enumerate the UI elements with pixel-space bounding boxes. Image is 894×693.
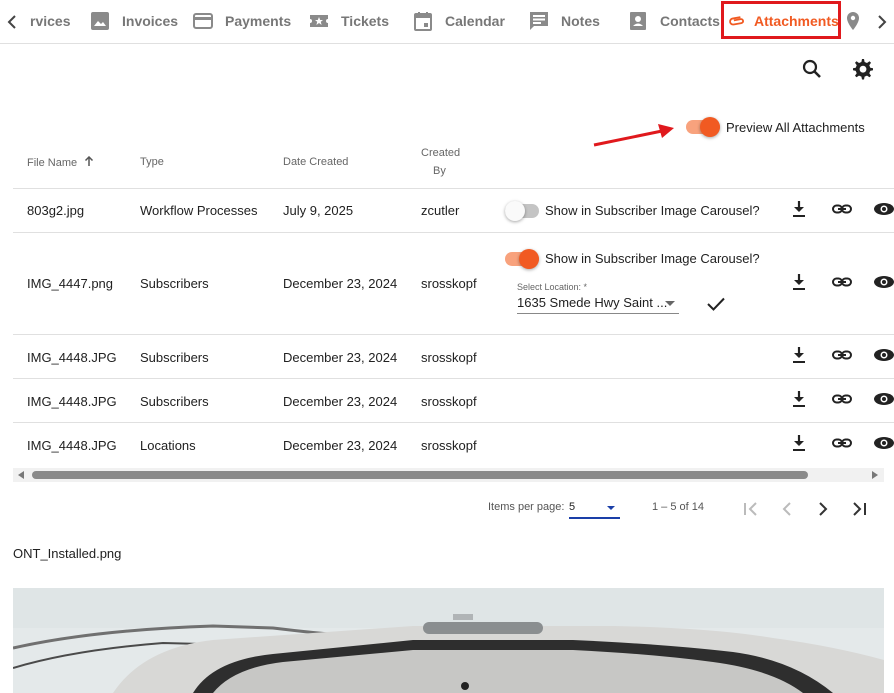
file-name-cell: IMG_4447.png <box>27 276 114 291</box>
first-page-icon[interactable] <box>739 497 763 521</box>
comment-icon <box>529 11 549 31</box>
tab-contacts[interactable]: Contacts <box>628 0 720 42</box>
search-icon[interactable] <box>800 57 824 81</box>
created-by-cell: srosskopf <box>421 438 477 453</box>
tab-tickets[interactable]: Tickets <box>309 0 389 42</box>
link-icon[interactable] <box>831 271 853 293</box>
file-name-cell: 803g2.jpg <box>27 203 85 218</box>
type-cell: Subscribers <box>140 350 209 365</box>
calendar-icon <box>413 11 433 31</box>
column-header-type[interactable]: Type <box>140 156 164 168</box>
last-page-icon[interactable] <box>847 497 871 521</box>
download-icon[interactable] <box>788 388 810 410</box>
contact-icon <box>628 11 648 31</box>
tab-bar: rvices Invoices Payments Tickets Calenda… <box>0 0 894 44</box>
location-select-label: Select Location: * <box>517 282 588 292</box>
tab-label: Tickets <box>341 13 389 29</box>
page-size-select[interactable]: 5 <box>569 498 620 519</box>
preview-all-switch[interactable] <box>686 117 720 137</box>
page-range-label: 1 – 5 of 14 <box>652 501 704 513</box>
preview-all-toggle[interactable]: Preview All Attachments <box>686 116 865 138</box>
date-cell: December 23, 2024 <box>283 276 398 291</box>
tab-payments[interactable]: Payments <box>193 0 291 42</box>
tab-label: Contacts <box>660 13 720 29</box>
file-name-cell: IMG_4448.JPG <box>27 394 117 409</box>
tab-scroll-left-icon[interactable] <box>4 12 20 32</box>
highlight-box <box>721 1 841 39</box>
type-cell: Locations <box>140 438 196 453</box>
tab-label: Notes <box>561 13 600 29</box>
carousel-toggle[interactable]: Show in Subscriber Image Carousel? <box>505 200 760 221</box>
chevron-down-icon <box>665 301 675 306</box>
tab-label: Payments <box>225 13 292 29</box>
next-page-icon[interactable] <box>811 497 835 521</box>
created-by-cell: zcutler <box>421 203 460 218</box>
previous-page-icon[interactable] <box>775 497 799 521</box>
ticket-icon <box>309 11 329 31</box>
preview-all-label: Preview All Attachments <box>726 119 865 135</box>
annotation-arrow-icon <box>593 124 674 147</box>
created-by-cell: srosskopf <box>421 350 477 365</box>
column-header-file-name[interactable]: File Name <box>27 155 94 170</box>
link-icon[interactable] <box>831 344 853 366</box>
visibility-icon[interactable] <box>873 388 894 410</box>
attachment-preview-image <box>13 588 884 693</box>
visibility-icon[interactable] <box>873 198 894 220</box>
tab-label: Invoices <box>122 13 179 29</box>
location-select[interactable]: Select Location: * 1635 Smede Hwy Saint … <box>517 282 679 314</box>
carousel-switch[interactable] <box>505 248 539 269</box>
carousel-label: Show in Subscriber Image Carousel? <box>545 251 760 266</box>
scrollbar-thumb[interactable] <box>32 471 808 479</box>
column-header-date-created[interactable]: Date Created <box>283 156 348 168</box>
download-icon[interactable] <box>788 432 810 454</box>
date-cell: December 23, 2024 <box>283 438 398 453</box>
gear-icon[interactable] <box>851 57 875 81</box>
tab-notes[interactable]: Notes <box>529 0 600 42</box>
visibility-icon[interactable] <box>873 432 894 454</box>
carousel-toggle[interactable]: Show in Subscriber Image Carousel? <box>505 248 760 269</box>
credit-card-icon <box>193 11 213 31</box>
carousel-switch[interactable] <box>505 200 539 221</box>
type-cell: Subscribers <box>140 394 209 409</box>
chevron-down-icon <box>607 506 615 510</box>
check-icon[interactable] <box>705 293 727 315</box>
date-cell: December 23, 2024 <box>283 394 398 409</box>
carousel-label: Show in Subscriber Image Carousel? <box>545 203 760 218</box>
column-header-created-by[interactable]: Created By <box>421 147 460 177</box>
tab-label: rvices <box>30 13 71 29</box>
created-by-cell: srosskopf <box>421 276 477 291</box>
file-name-cell: IMG_4448.JPG <box>27 350 117 365</box>
tab-services[interactable]: rvices <box>30 0 70 42</box>
arrow-up-icon <box>84 155 94 170</box>
date-cell: July 9, 2025 <box>283 203 354 218</box>
tab-invoices[interactable]: Invoices <box>90 0 178 42</box>
link-icon[interactable] <box>831 198 853 220</box>
download-icon[interactable] <box>788 344 810 366</box>
type-cell: Workflow Processes <box>140 203 258 218</box>
preview-filename: ONT_Installed.png <box>13 546 122 561</box>
items-per-page-label: Items per page: <box>488 501 565 513</box>
location-select-value[interactable]: 1635 Smede Hwy Saint ... <box>517 295 679 314</box>
date-cell: December 23, 2024 <box>283 350 398 365</box>
file-name-cell: IMG_4448.JPG <box>27 438 117 453</box>
visibility-icon[interactable] <box>873 344 894 366</box>
tab-label: Calendar <box>445 13 505 29</box>
tab-locations[interactable] <box>843 0 863 42</box>
visibility-icon[interactable] <box>873 271 894 293</box>
tab-calendar[interactable]: Calendar <box>413 0 505 42</box>
link-icon[interactable] <box>831 388 853 410</box>
scroll-right-icon[interactable] <box>872 471 878 479</box>
download-icon[interactable] <box>788 198 810 220</box>
horizontal-scrollbar[interactable] <box>13 468 884 482</box>
download-icon[interactable] <box>788 271 810 293</box>
scroll-left-icon[interactable] <box>18 471 24 479</box>
link-icon[interactable] <box>831 432 853 454</box>
photo-icon <box>90 11 110 31</box>
location-pin-icon <box>843 11 863 31</box>
created-by-cell: srosskopf <box>421 394 477 409</box>
tab-scroll-right-icon[interactable] <box>874 12 890 32</box>
type-cell: Subscribers <box>140 276 209 291</box>
